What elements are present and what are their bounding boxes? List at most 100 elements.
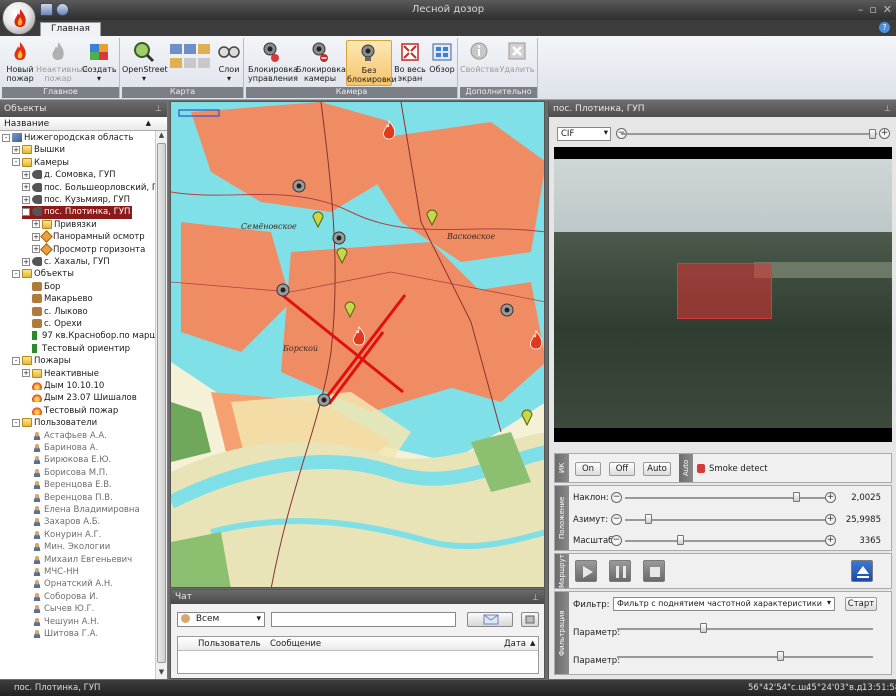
tree-item[interactable]: - Нижегородская область [2, 132, 134, 144]
tree-item[interactable]: - Объекты [12, 268, 74, 280]
lock-control-button[interactable]: Блокировка управления [248, 40, 298, 83]
tree-item[interactable]: Сычев Ю.Г. [22, 603, 94, 615]
azimuth-decrease-icon[interactable]: − [611, 514, 622, 525]
collapse-icon[interactable]: - [22, 207, 30, 216]
tree-item[interactable]: + с. Хахалы, ГУП [22, 256, 110, 268]
expand-icon[interactable]: + [22, 257, 30, 266]
expand-icon[interactable]: + [22, 183, 30, 192]
inactive-fire-button[interactable]: Неактивный пожар [36, 40, 88, 83]
tilt-increase-icon[interactable]: + [825, 492, 836, 503]
ir-on-button[interactable]: On [575, 462, 601, 476]
tree-item[interactable]: Мин. Экологии [22, 541, 110, 553]
tree-item[interactable]: + пос. Кузьмияр, ГУП [22, 194, 130, 206]
map-tools-button[interactable] [168, 42, 214, 73]
chat-message-input[interactable] [271, 612, 456, 627]
zoom-decrease-icon[interactable]: − [611, 535, 622, 546]
video-zoom-thumb[interactable] [869, 129, 876, 139]
filter-tab[interactable]: Фильтрация [555, 592, 569, 674]
ir-auto-button[interactable]: Auto [643, 462, 671, 476]
pause-button[interactable] [609, 560, 631, 582]
pin-marker-icon[interactable] [520, 406, 534, 426]
tree-item[interactable]: Михаил Евгеньевич [22, 554, 132, 566]
azimuth-slider[interactable] [625, 519, 825, 521]
tree-item[interactable]: МЧС-НН [22, 566, 79, 578]
param2-slider[interactable] [617, 656, 873, 658]
tree-scrollbar[interactable]: ▲ ▼ [155, 131, 167, 679]
tab-main[interactable]: Главная [40, 22, 101, 36]
ir-off-button[interactable]: Off [609, 462, 635, 476]
tree-item[interactable]: Борисова М.П. [22, 467, 108, 479]
video-zoom-slider[interactable] [621, 133, 877, 135]
scroll-up-icon[interactable]: ▲ [156, 131, 167, 142]
chat-col-message[interactable]: Сообщение [270, 639, 321, 649]
expand-icon[interactable]: + [22, 195, 30, 204]
tree-item[interactable]: Шитова Г.А. [22, 628, 98, 640]
tree-item[interactable]: + пос. Большеорловский, ГУП [22, 182, 167, 194]
tree-item[interactable]: Бор [22, 281, 60, 293]
delete-button[interactable]: Удалить [498, 40, 536, 74]
tree-item[interactable]: с. Орехи [22, 318, 82, 330]
tree-item[interactable]: + Просмотр горизонта [32, 242, 145, 256]
route-tab[interactable]: Маршрут [555, 554, 569, 588]
resolution-select[interactable]: CIF ▾ [557, 127, 611, 141]
help-icon[interactable]: ? [879, 22, 890, 33]
collapse-icon[interactable]: - [12, 418, 20, 427]
collapse-icon[interactable]: - [12, 158, 20, 167]
tree-item[interactable]: Захаров А.Б. [22, 516, 100, 528]
tree-item[interactable]: с. Лыково [22, 306, 88, 318]
properties-button[interactable]: Свойства [460, 40, 499, 74]
param1-slider[interactable] [617, 628, 873, 630]
stop-button[interactable] [643, 560, 665, 582]
chat-col-user[interactable]: Пользователь [198, 639, 261, 649]
tree-item[interactable]: - Пользователи [12, 417, 97, 429]
chat-send-button[interactable] [467, 612, 513, 627]
layers-button[interactable]: Слои ▾ [216, 40, 242, 83]
chat-col-date[interactable]: Дата [504, 639, 526, 649]
tree-item[interactable]: Елена Владимировна [22, 504, 140, 516]
camera-marker-icon[interactable] [275, 282, 291, 298]
collapse-icon[interactable]: - [12, 356, 20, 365]
tree-item[interactable]: + д. Сомовка, ГУП [22, 169, 116, 181]
tree-item[interactable]: Веренцова Е.В. [22, 479, 112, 491]
collapse-icon[interactable]: - [2, 133, 10, 142]
tree-item[interactable]: + Вышки [12, 144, 65, 156]
pin-marker-icon[interactable] [343, 298, 357, 318]
param1-thumb[interactable] [700, 623, 708, 633]
auto-tab[interactable]: Auto [679, 454, 693, 482]
tree-item[interactable]: Астафьев А.А. [22, 430, 107, 442]
expand-icon[interactable]: + [32, 220, 40, 229]
fullscreen-button[interactable]: Во весь экран [394, 40, 426, 83]
param2-thumb[interactable] [776, 651, 784, 661]
azimuth-thumb[interactable] [645, 514, 652, 524]
tree-item[interactable]: Чешуин А.Н. [22, 616, 99, 628]
expand-icon[interactable]: + [32, 232, 40, 241]
tree-item[interactable]: - пос. Плотинка, ГУП [22, 206, 133, 219]
fire-marker-icon[interactable] [351, 326, 367, 350]
pin-icon[interactable]: ⊥ [155, 104, 162, 113]
chat-recipient-select[interactable]: Всем ▾ [177, 612, 265, 627]
tree-item[interactable]: Тестовый пожар [22, 405, 118, 417]
camera-marker-icon[interactable] [316, 392, 332, 408]
scroll-down-icon[interactable]: ▼ [156, 668, 167, 679]
chat-clear-button[interactable] [521, 612, 539, 627]
minimize-icon[interactable]: – [858, 3, 864, 16]
pin-marker-icon[interactable] [335, 244, 349, 264]
zoom-slider[interactable] [625, 540, 825, 542]
tree-item[interactable]: Орнатский А.Н. [22, 578, 113, 590]
tree-item[interactable]: Бирюкова Е.Ю. [22, 454, 111, 466]
ir-tab[interactable]: ИК свет [555, 454, 580, 482]
save-icon[interactable] [40, 3, 53, 16]
tree-item[interactable]: Дым 23.07 Шишалов [22, 392, 137, 404]
tree-item[interactable]: + Неактивные [22, 368, 99, 380]
smoke-detection-box[interactable] [677, 263, 772, 319]
close-icon[interactable]: ✕ [883, 3, 892, 16]
tree-item[interactable]: 97 кв.Краснобор.по маршрут [22, 330, 167, 342]
scroll-thumb[interactable] [157, 143, 166, 663]
tilt-decrease-icon[interactable]: − [611, 492, 622, 503]
tree-item[interactable]: Тестовый ориентир [22, 343, 130, 355]
no-lock-button[interactable]: Без блокировки [346, 40, 397, 86]
tree-item[interactable]: Дым 10.10.10 [22, 380, 104, 392]
filter-select[interactable]: Фильтр с поднятием частотной характерист… [613, 597, 835, 611]
eject-button[interactable] [851, 560, 873, 582]
filter-start-button[interactable]: Старт [845, 597, 877, 611]
